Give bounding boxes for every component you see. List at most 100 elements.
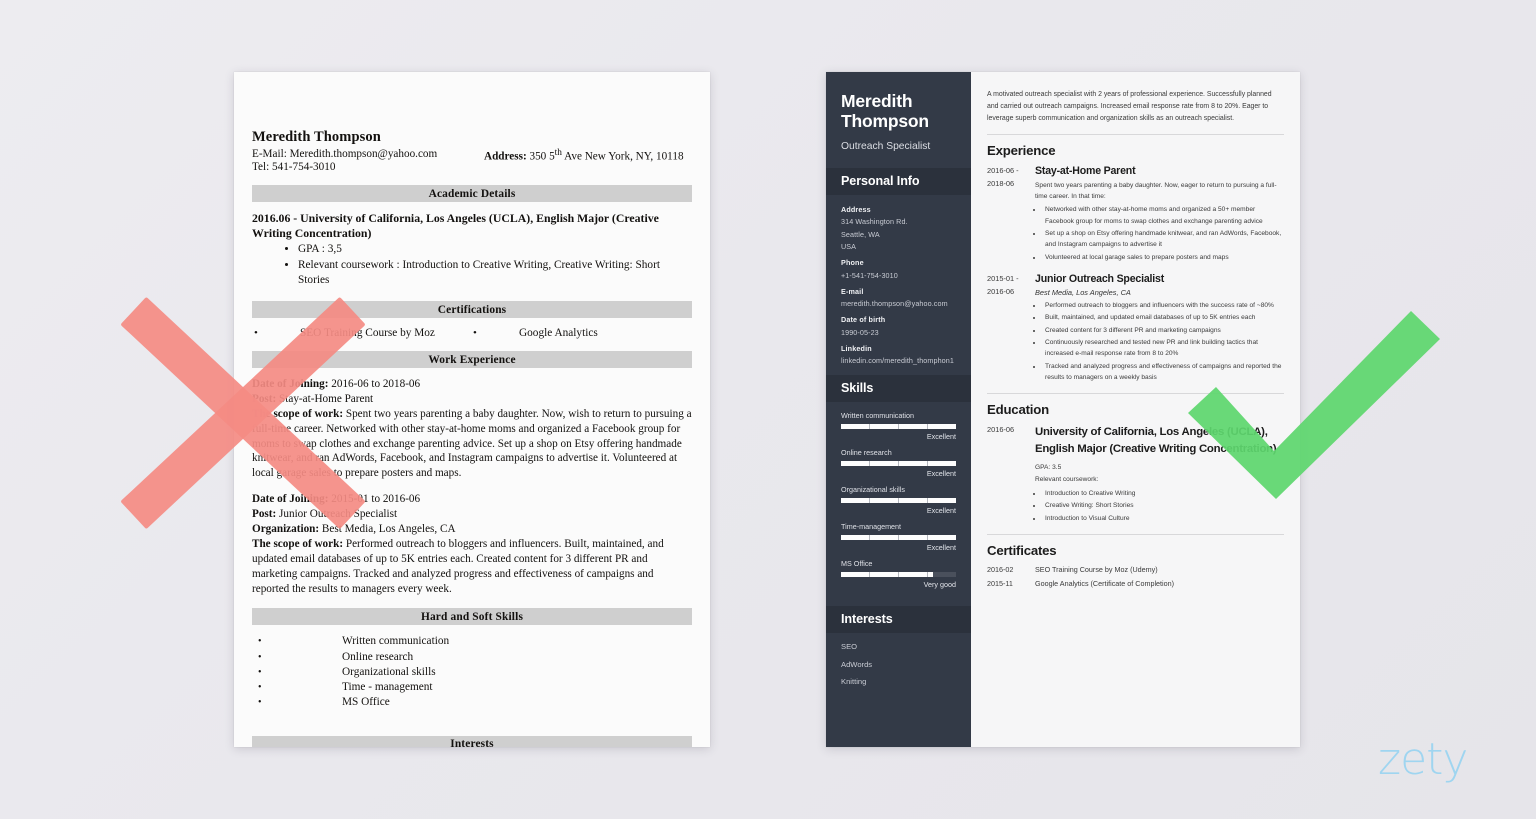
sidebar-skills-body: Written communication Excellent Online r… [826, 402, 971, 606]
bad-section-certifications: Certifications [252, 301, 692, 319]
good-resume-name: Meredith Thompson [841, 91, 929, 131]
bad-section-academic: Academic Details [252, 185, 692, 203]
list-item: Written communication [252, 634, 692, 649]
bad-resume-page: Meredith Thompson E-Mail: Meredith.thomp… [234, 72, 710, 747]
bad-job-1-org: Best Media, Los Angeles, CA [319, 523, 456, 536]
education-degree: University of California, Los Angeles (U… [1035, 426, 1277, 455]
education-coursework-list: Introduction to Creative Writing Creativ… [1043, 488, 1284, 524]
good-resume-sidebar: Meredith Thompson Outreach Specialist Pe… [826, 72, 971, 747]
bad-resume-tel: Tel: 541-754-3010 [252, 160, 336, 173]
field-label-linkedin: Linkedin [841, 343, 872, 353]
skill-name: Online research [841, 448, 892, 458]
skill-bar-ticks [841, 535, 956, 541]
list-item: MS Office [252, 695, 692, 710]
bad-job-1-post-label: Post: [252, 508, 277, 521]
field-value-date-of-birth: 1990-05-23 [841, 327, 879, 337]
field-label-address: Address [841, 204, 871, 214]
experience-title: Stay-at-Home Parent [1035, 164, 1136, 177]
comparison-canvas: Meredith Thompson E-Mail: Meredith.thomp… [0, 0, 1536, 819]
bad-resume-address-value: 350 5 [529, 150, 555, 163]
list-item: SEO [841, 642, 858, 652]
sidebar-section-interests: Interests [826, 606, 971, 634]
skill-level: Excellent [926, 432, 956, 442]
skill-bar-ticks [841, 572, 956, 578]
good-section-certificates: Certificates [987, 533, 1284, 558]
skill-level: Excellent [926, 506, 956, 516]
bad-job-1-scope-label: The scope of work: [252, 537, 344, 550]
experience-date: 2016-06 - 2018-06 [987, 165, 1019, 188]
skill-bar-ticks [841, 498, 956, 504]
list-item: Time - management [252, 680, 692, 695]
certificate-row: 2016-02 SEO Training Course by Moz (Udem… [987, 565, 1284, 574]
bad-skills-list: Written communication Online research Or… [252, 634, 692, 709]
zety-watermark-logo: zety [1378, 734, 1468, 785]
bullet-icon [254, 327, 264, 339]
skill-bar-ticks [841, 461, 956, 467]
field-value-address-street: 314 Washington Rd. [841, 217, 908, 227]
skill-level: Very good [923, 580, 956, 590]
experience-organization: Best Media, Los Angeles, CA [1035, 287, 1131, 297]
experience-bullets: Networked with other stay-at-home moms a… [1043, 204, 1284, 263]
list-item: AdWords [841, 659, 873, 669]
skill-progress-bar [841, 424, 956, 430]
experience-entry: 2015-01 - 2016-06 Junior Outreach Specia… [987, 273, 1284, 384]
certificate-text: Google Analytics (Certificate of Complet… [1035, 578, 1175, 588]
education-coursework-label: Relevant coursework: [1035, 476, 1099, 484]
certificate-row: 2015-11 Google Analytics (Certificate of… [987, 579, 1284, 588]
certificate-text: SEO Training Course by Moz (Udemy) [1035, 564, 1158, 574]
field-value-email: meredith.thompson@yahoo.com [841, 299, 948, 309]
bad-certifications-row: SEO Training Course by Moz Google Analyt… [252, 327, 692, 339]
field-label-date-of-birth: Date of birth [841, 315, 886, 325]
sidebar-personal-info-body: Address 314 Washington Rd. Seattle, WA U… [826, 195, 971, 376]
bad-education-bullets: GPA : 3,5 Relevant coursework : Introduc… [298, 242, 692, 289]
skill-name: Time-management [841, 522, 902, 532]
bad-resume-address: Address: 350 5th Ave New York, NY, 10118 [484, 148, 684, 173]
good-resume-page: Meredith Thompson Outreach Specialist Pe… [826, 72, 1300, 747]
field-label-phone: Phone [841, 258, 864, 268]
bad-section-skills: Hard and Soft Skills [252, 608, 692, 626]
skill-row: Time-management Excellent [841, 522, 956, 552]
bad-job-0-post-label: Post: [252, 392, 277, 405]
skill-level: Excellent [926, 469, 956, 479]
bad-resume-contact-row: E-Mail: Meredith.thompson@yahoo.com Tel:… [252, 148, 692, 173]
skill-row: Written communication Excellent [841, 411, 956, 441]
education-date: 2016-06 [987, 425, 1015, 435]
list-item: Built, maintained, and updated email dat… [1043, 312, 1284, 323]
experience-bullets: Performed outreach to bloggers and influ… [1043, 300, 1284, 383]
skill-progress-bar [841, 461, 956, 467]
list-item: SEO Training Course by Moz [254, 327, 473, 339]
field-value-address-city: Seattle, WA [841, 229, 880, 239]
field-value-address-country: USA [841, 242, 857, 252]
list-item: Online research [252, 650, 692, 665]
list-item: Introduction to Visual Culture [1043, 513, 1284, 524]
bad-education-heading: 2016.06 - University of California, Los … [252, 211, 659, 241]
skill-name: MS Office [841, 559, 873, 569]
skill-bar-ticks [841, 424, 956, 430]
experience-description: Spent two years parenting a baby daughte… [1035, 181, 1277, 200]
skill-progress-bar [841, 535, 956, 541]
list-item: Continuously researched and tested new P… [1043, 337, 1284, 360]
certificate-date: 2016-02 [987, 564, 1014, 574]
bad-job-1: Date of Joining: 2015-01 to 2016-06 Post… [252, 492, 692, 596]
list-item: Performed outreach to bloggers and influ… [1043, 300, 1284, 311]
bad-job-1-post: Junior Outreach Specialist [276, 508, 398, 521]
sidebar-header: Meredith Thompson Outreach Specialist [826, 72, 971, 168]
sidebar-section-personal-info: Personal Info [826, 167, 971, 195]
bad-resume-name: Meredith Thompson [252, 129, 381, 145]
field-value-linkedin[interactable]: linkedin.com/meredith_thomphon1 [841, 356, 956, 365]
list-item: Tracked and analyzed progress and effect… [1043, 361, 1284, 384]
good-section-education: Education [987, 393, 1284, 417]
certificate-date: 2015-11 [987, 578, 1013, 588]
list-item: Creative Writing: Short Stories [1043, 500, 1284, 511]
list-item: Set up a shop on Etsy offering handmade … [1043, 228, 1284, 251]
bad-resume-address-label: Address: [484, 150, 527, 163]
bad-job-0-scope-label: The scope of work: [252, 407, 344, 420]
bad-resume-email: E-Mail: Meredith.thompson@yahoo.com [252, 148, 438, 160]
good-section-experience: Experience [987, 133, 1284, 158]
skill-progress-bar [841, 572, 956, 578]
good-resume-summary: A motivated outreach specialist with 2 y… [987, 89, 1284, 125]
sidebar-interests-body: SEO AdWords Knitting [826, 633, 971, 696]
bad-job-1-date: 2015-01 to 2016-06 [328, 493, 421, 506]
skill-name: Organizational skills [841, 485, 905, 495]
list-item: Created content for 3 different PR and m… [1043, 325, 1284, 336]
